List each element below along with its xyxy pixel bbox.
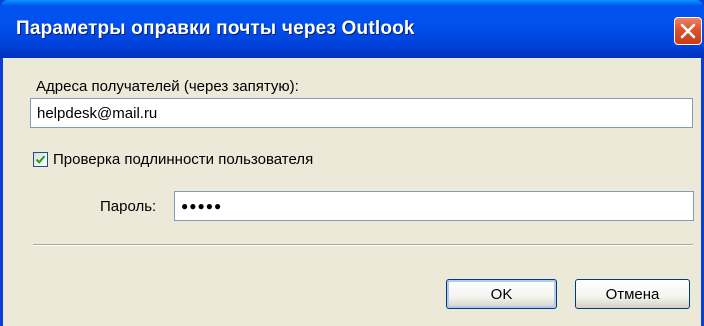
separator xyxy=(33,244,693,246)
auth-checkbox[interactable] xyxy=(33,152,48,167)
dialog-body: Адреса получателей (через запятую): help… xyxy=(3,58,701,326)
close-button[interactable] xyxy=(674,17,702,45)
recipients-input[interactable]: helpdesk@mail.ru xyxy=(30,98,693,128)
title-bar[interactable]: Параметры оправки почты через Outlook xyxy=(0,0,704,58)
password-value: ●●●●● xyxy=(181,199,223,213)
recipients-label: Адреса получателей (через запятую): xyxy=(36,78,299,95)
auth-checkbox-label[interactable]: Проверка подлинности пользователя xyxy=(53,151,313,168)
cancel-button[interactable]: Отмена xyxy=(575,279,690,309)
window-title: Параметры оправки почты через Outlook xyxy=(16,18,415,39)
password-input[interactable]: ●●●●● xyxy=(174,191,694,221)
checkmark-icon xyxy=(35,155,46,164)
dialog-window: Параметры оправки почты через Outlook Ад… xyxy=(0,0,704,326)
ok-button[interactable]: OK xyxy=(446,279,557,309)
password-label: Пароль: xyxy=(100,198,157,215)
close-icon xyxy=(680,23,696,39)
recipients-value: helpdesk@mail.ru xyxy=(37,104,158,122)
